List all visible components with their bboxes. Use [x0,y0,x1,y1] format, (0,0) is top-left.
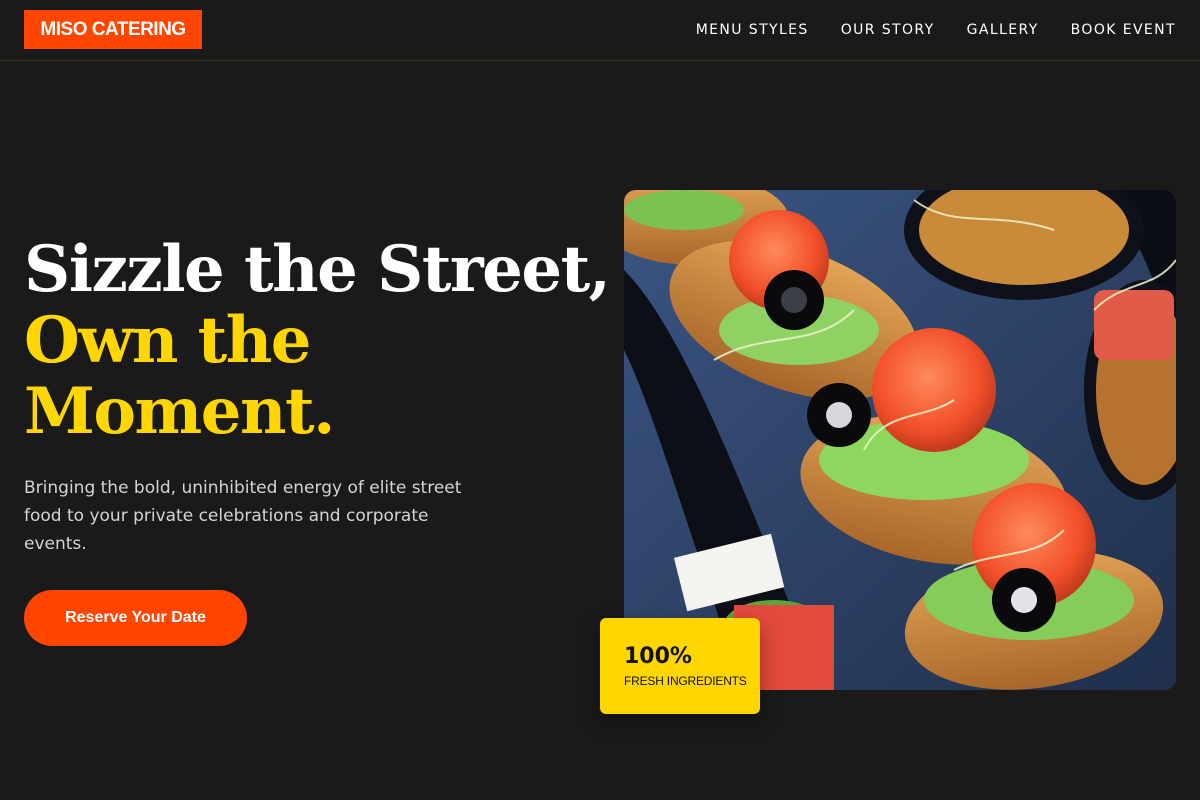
hero-food-image [624,190,1176,690]
nav-item-gallery[interactable]: GALLERY [967,20,1039,40]
nav-item-our-story[interactable]: OUR STORY [841,20,935,40]
reserve-date-button[interactable]: Reserve Your Date [24,590,247,646]
headline-line-2: Own the [24,303,311,378]
stat-value: 100% [624,644,692,669]
site-header: MISO CATERING MENU STYLES OUR STORY GALL… [0,0,1200,61]
brand-logo[interactable]: MISO CATERING [24,10,202,49]
headline-line-3: Moment. [24,374,335,449]
hero-subtext: Bringing the bold, uninhibited energy of… [24,478,462,554]
stat-label: FRESH INGREDIENTS [624,674,747,688]
main-nav: MENU STYLES OUR STORY GALLERY BOOK EVENT [664,20,1176,40]
headline-line-1: Sizzle the Street, [24,232,611,307]
nav-item-book-event[interactable]: BOOK EVENT [1071,20,1176,40]
hero-headline: Sizzle the Street, Own the Moment. [24,232,611,449]
nav-item-menu-styles[interactable]: MENU STYLES [696,20,809,40]
fresh-ingredients-badge: 100% FRESH INGREDIENTS [600,618,760,714]
